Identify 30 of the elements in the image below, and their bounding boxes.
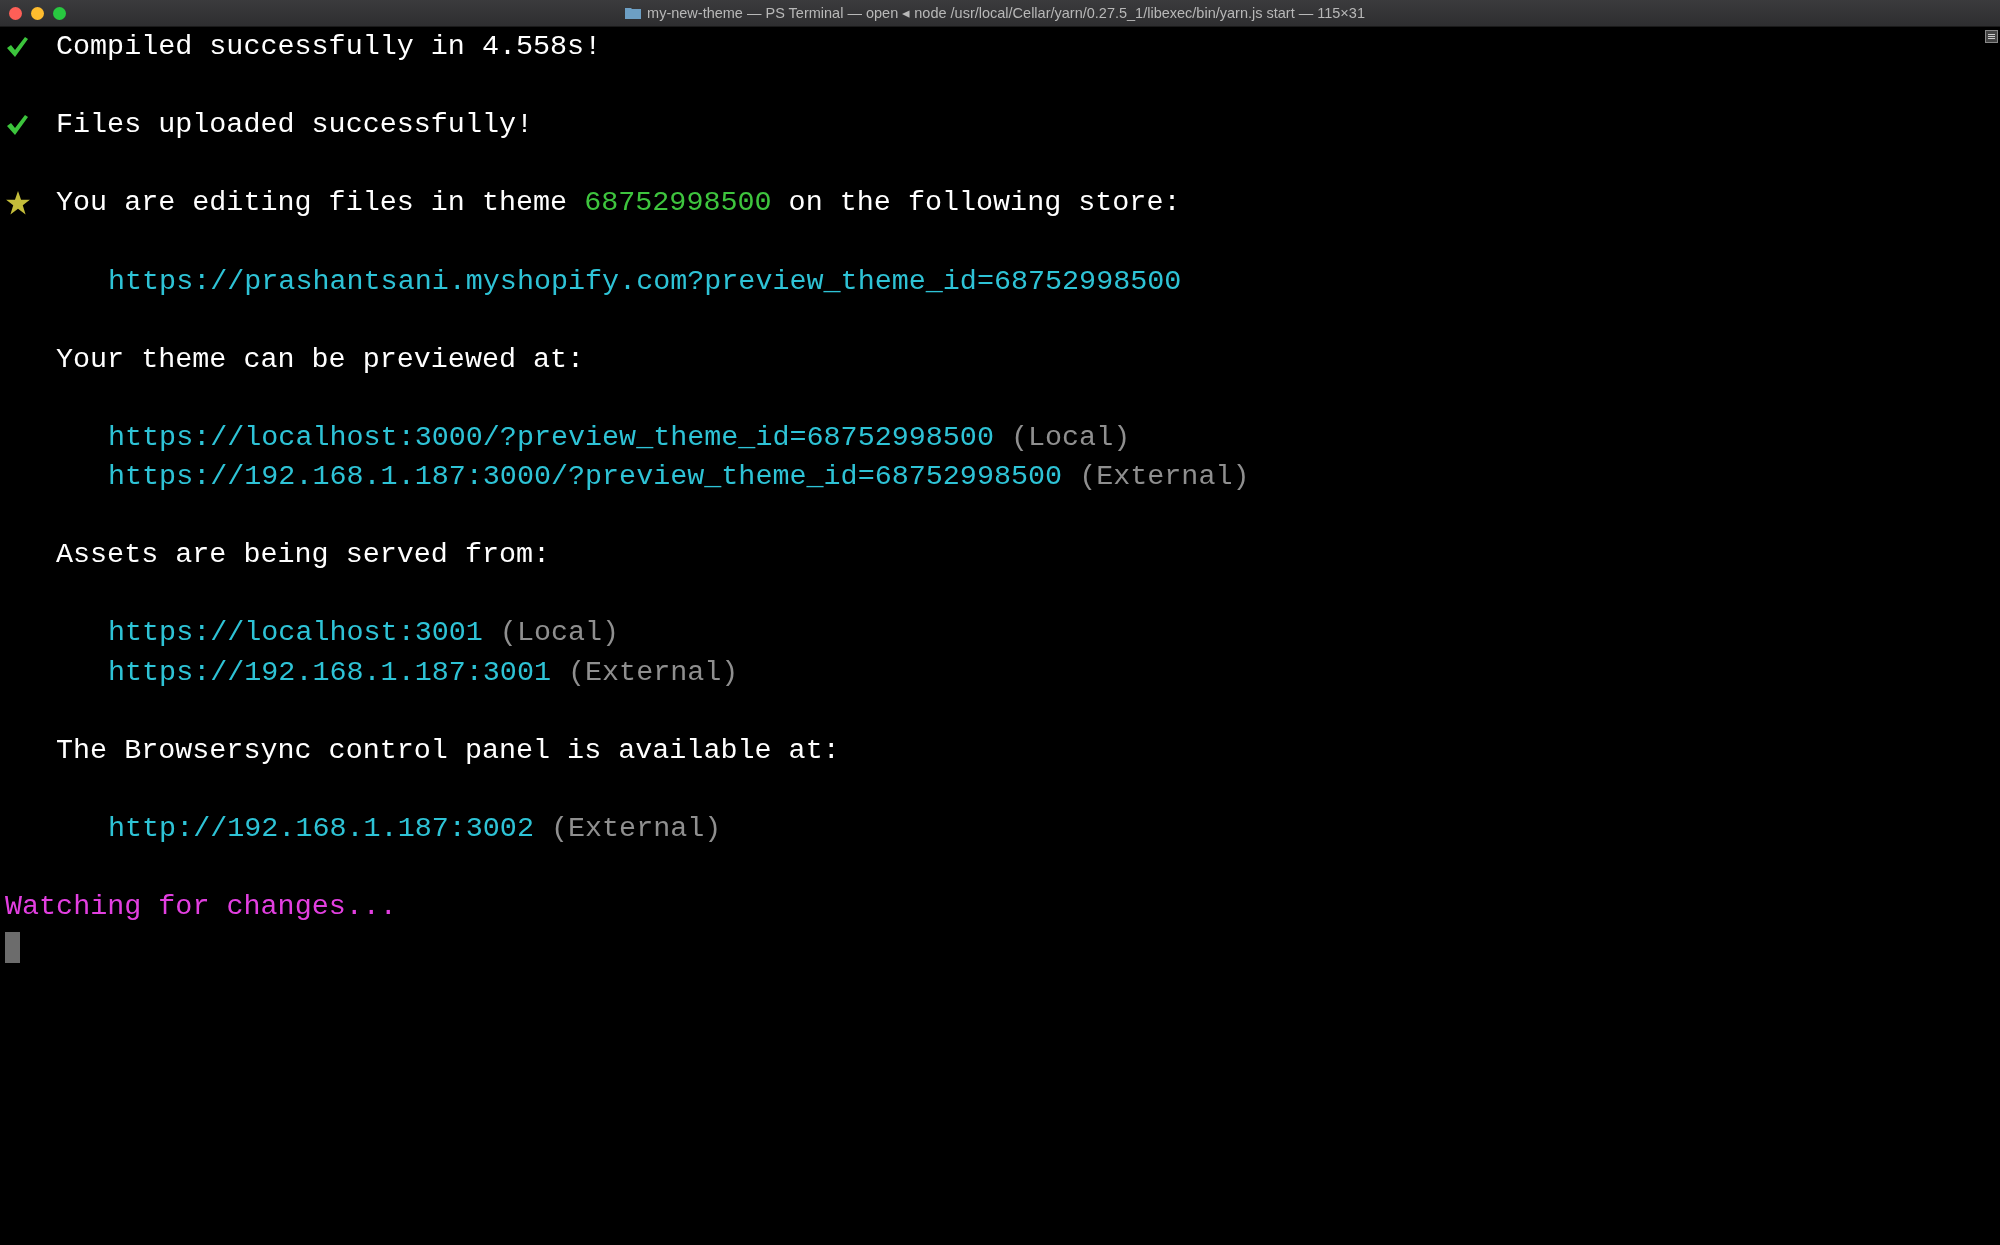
zoom-button[interactable] [53, 6, 66, 20]
checkmark-icon [5, 34, 29, 59]
output-text: Compiled successfully in 4.558s! [56, 30, 602, 64]
checkmark-icon [5, 112, 29, 137]
output-text: Assets are being served from: [56, 538, 551, 572]
minimize-button[interactable] [31, 6, 44, 20]
output-text: The Browsersync control panel is available at: [56, 733, 840, 767]
window-title: my-new-theme — PS Terminal — open ◂ node /usr/local/Cellar/yarn/0.27.5_1/libexec/bin/yarn.js start — 115×31 [647, 5, 1365, 21]
url-text: http://192.168.1.187:3002 [108, 811, 534, 845]
url-text: https://192.168.1.187:3001 [108, 655, 551, 689]
close-button[interactable] [9, 6, 22, 20]
url-label: (Local) [1009, 421, 1131, 454]
url-label: (External) [549, 811, 722, 845]
text-cursor [5, 932, 20, 964]
output-text: Files uploaded successfully! [56, 108, 534, 142]
output-text: Your theme can be previewed at: [56, 342, 585, 376]
output-text: You are editing files in theme [56, 186, 569, 220]
star-icon [5, 189, 31, 216]
url-text: https://localhost:3001 [108, 616, 483, 650]
status-text: Watching for changes... [5, 890, 397, 924]
url-text: https://192.168.1.187:3000/?preview_theme_id=68752998500 [108, 460, 1063, 494]
scrollbar-toggle-icon[interactable] [1985, 30, 1998, 43]
theme-id: 68752998500 [584, 186, 772, 220]
url-text: https://localhost:3000/?preview_theme_id=68752998500 [108, 421, 994, 454]
url-label: (Local) [498, 616, 620, 650]
folder-icon [625, 7, 642, 19]
url-text: https://prashantsani.myshopify.com?preview_theme_id=68752998500 [108, 264, 1182, 298]
output-text: on the following store: [787, 186, 1181, 220]
url-label: (External) [1078, 460, 1250, 494]
url-label: (External) [567, 655, 739, 689]
